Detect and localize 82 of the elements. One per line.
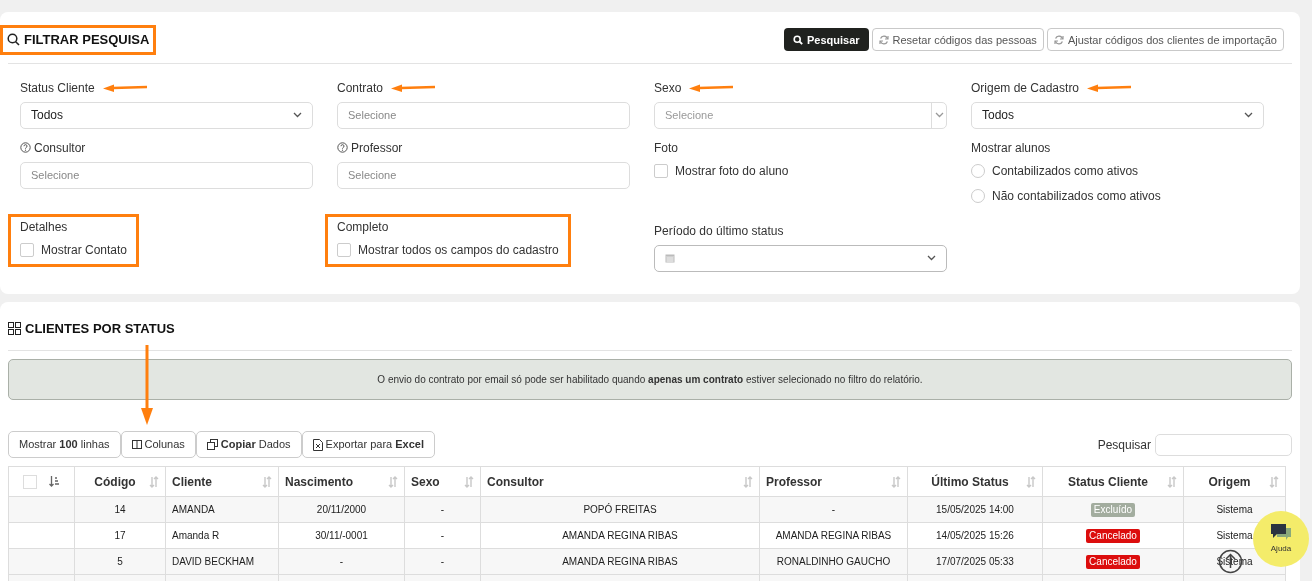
select-field[interactable]: Todos — [971, 101, 1264, 129]
table-cell: - — [440, 530, 445, 541]
table-cell: 20/11/2000 — [316, 504, 367, 515]
export-button[interactable]: Exportar para Excel — [301, 431, 435, 458]
chevron-down-icon — [934, 112, 944, 118]
table-cell: 30/11/-0001 — [315, 530, 368, 541]
checkbox-label: Mostrar todos os campos do cadastro — [358, 241, 559, 259]
chevron-down-icon — [927, 255, 936, 261]
refresh-icon — [878, 34, 889, 45]
checkbox-label: Mostrar foto do aluno — [675, 162, 789, 180]
columns-button[interactable]: Colunas — [120, 431, 196, 458]
table-cell: 5 — [117, 556, 123, 567]
table-cell: POPÓ FREITAS — [583, 504, 657, 515]
field-label: Status Cliente — [20, 79, 95, 97]
input-field[interactable]: Selecione — [20, 161, 313, 189]
search-button[interactable]: Pesquisar — [783, 28, 869, 52]
column-header[interactable]: Consultor — [487, 472, 544, 491]
page-length-button[interactable]: Mostrar 100 linhas — [8, 431, 121, 458]
table-cell: AMANDA REGINA RIBAS — [562, 556, 678, 567]
table-cell: AMANDA REGINA RIBAS — [562, 530, 678, 541]
columns-icon — [131, 440, 142, 449]
input-field[interactable]: Selecione — [337, 101, 630, 129]
field-label: Sexo — [654, 79, 682, 97]
table-cell: Sistema — [1216, 530, 1253, 541]
field-label: Contrato — [337, 79, 384, 97]
checkbox[interactable] — [23, 474, 37, 489]
grid-icon — [8, 321, 21, 335]
table-cell: RONALDINHO GAUCHO — [776, 556, 891, 567]
status-badge: Cancelado — [1086, 529, 1140, 543]
spreadsheet-file-icon — [312, 438, 323, 451]
field-label: Foto — [654, 139, 678, 157]
table-cell: AMANDA — [172, 504, 215, 515]
panel-title: CLIENTES POR STATUS — [25, 319, 175, 338]
select-field[interactable]: Todos — [20, 101, 313, 129]
table-cell: - — [440, 504, 445, 515]
chat-bubbles-icon — [1269, 523, 1293, 541]
search-icon — [7, 33, 20, 47]
checkbox[interactable] — [337, 242, 351, 257]
chevron-down-icon — [1244, 112, 1253, 118]
search-label: Pesquisar — [1097, 436, 1151, 454]
table-cell: 17/07/2025 05:33 — [936, 556, 1014, 567]
table-cell: DAVID BECKHAM — [172, 556, 255, 567]
field-label: Período do último status — [654, 222, 784, 240]
checkbox-label: Mostrar Contato — [41, 241, 128, 259]
field-label: Consultor — [34, 139, 86, 157]
status-badge: Cancelado — [1086, 555, 1140, 569]
panel-title: FILTRAR PESQUISA — [24, 31, 150, 49]
date-range-field[interactable] — [654, 244, 947, 272]
table-cell: 17 — [114, 530, 126, 541]
table-cell: Sistema — [1216, 504, 1253, 515]
table-cell: 15/05/2025 14:00 — [936, 504, 1014, 515]
table-cell: 14/05/2025 15:26 — [936, 530, 1014, 541]
reset-button[interactable]: Resetar códigos das pessoas — [871, 28, 1044, 52]
chevron-down-icon — [293, 112, 302, 118]
refresh-icon — [1053, 34, 1064, 45]
table-cell: AMANDA REGINA RIBAS — [775, 530, 892, 541]
copy-button[interactable]: Copiar Dados — [195, 431, 302, 458]
reset-button[interactable]: Ajustar códigos dos clientes de importação — [1046, 28, 1284, 52]
radio-button[interactable] — [971, 163, 985, 178]
table-cell: 14 — [114, 504, 126, 515]
table-cell: Amanda R — [172, 530, 220, 541]
search-field[interactable] — [1155, 433, 1292, 456]
field-label: Completo — [337, 218, 389, 236]
radio-label: Não contabilizados como ativos — [992, 187, 1161, 205]
field-label: Detalhes — [20, 218, 68, 236]
search-icon — [792, 34, 803, 45]
checkbox[interactable] — [654, 163, 668, 178]
radio-button[interactable] — [971, 188, 985, 203]
alert-message: O envio do contrato por email só pode ser habilitado quando apenas um contrato estiver selecionado no filtro do relatório. — [8, 359, 1292, 400]
field-label: Professor — [351, 139, 403, 157]
table-cell: - — [831, 504, 836, 515]
calendar-icon — [665, 253, 675, 263]
field-label: Mostrar alunos — [971, 139, 1051, 157]
table-cell: - — [440, 556, 445, 567]
copy-icon — [206, 439, 218, 450]
field-label: Origem de Cadastro — [971, 79, 1080, 97]
sort-icon[interactable] — [49, 476, 60, 487]
checkbox[interactable] — [20, 242, 34, 257]
status-badge: Excluído — [1090, 503, 1136, 517]
input-field[interactable]: Selecione — [337, 161, 630, 189]
table-cell: - — [339, 556, 344, 567]
radio-label: Contabilizados como ativos — [992, 162, 1139, 180]
